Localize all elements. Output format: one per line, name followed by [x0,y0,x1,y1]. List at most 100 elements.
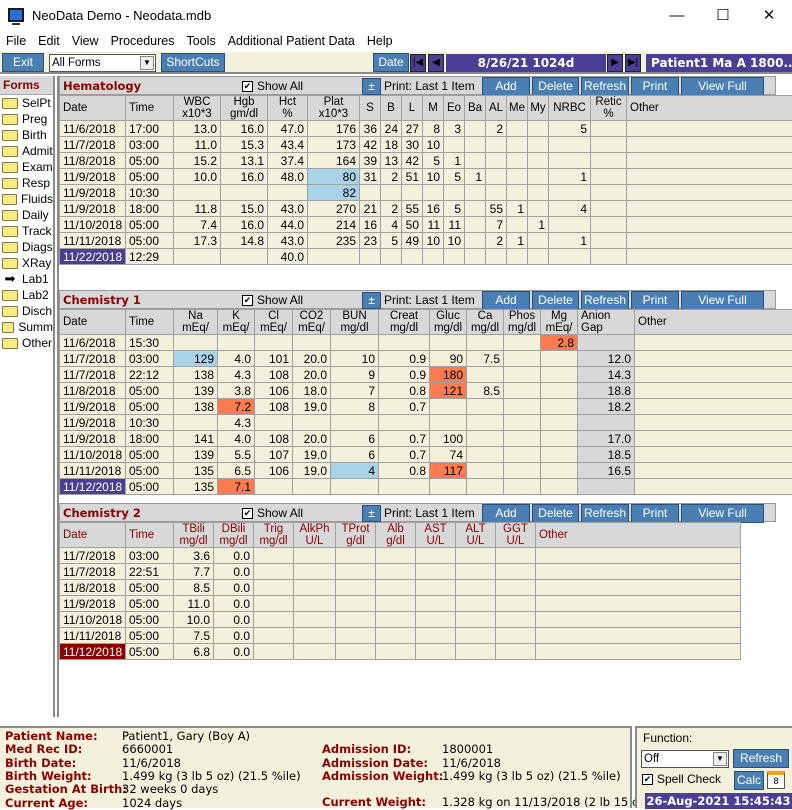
value-cell[interactable]: 21 [360,201,381,217]
sidebar-item-summ[interactable]: Summ [0,319,53,335]
value-cell[interactable] [507,137,528,153]
value-cell[interactable] [635,463,792,479]
table-row[interactable]: 11/12/201805:006.80.0 [60,644,741,660]
table-row[interactable]: 11/9/201805:0011.00.0 [60,596,741,612]
value-cell[interactable] [591,201,627,217]
value-cell[interactable]: 19.0 [293,447,331,463]
value-cell[interactable] [294,564,336,580]
column-header[interactable]: Creatmg/dl [379,310,430,335]
time-cell[interactable]: 05:00 [126,580,174,596]
value-cell[interactable] [467,335,504,351]
value-cell[interactable] [627,217,792,233]
sidebar-item-lab2[interactable]: Lab2 [0,287,53,303]
value-cell[interactable] [504,335,541,351]
value-cell[interactable] [381,185,402,201]
date-cell[interactable]: 11/8/2018 [60,580,126,596]
value-cell[interactable]: 43.4 [268,137,308,153]
value-cell[interactable]: 36 [360,121,381,137]
value-cell[interactable]: 5 [444,201,465,217]
value-cell[interactable]: 17.3 [174,233,221,249]
value-cell[interactable] [486,137,507,153]
column-header[interactable]: L [402,96,423,121]
sidebar-item-other[interactable]: Other [0,335,53,351]
value-cell[interactable]: 51 [402,169,423,185]
sidebar-item-xray[interactable]: XRay [0,255,53,271]
value-cell[interactable] [376,628,416,644]
value-cell[interactable] [221,185,268,201]
value-cell[interactable]: 18.5 [578,447,635,463]
value-cell[interactable] [376,548,416,564]
value-cell[interactable]: 15.2 [174,153,221,169]
value-cell[interactable] [496,580,536,596]
time-cell[interactable]: 05:00 [126,628,174,644]
value-cell[interactable]: 0.8 [379,383,430,399]
value-cell[interactable]: 90 [430,351,467,367]
sidebar-item-selpt[interactable]: SelPt [0,95,53,111]
value-cell[interactable] [294,628,336,644]
value-cell[interactable]: 129 [174,351,218,367]
value-cell[interactable]: 16.0 [221,121,268,137]
value-cell[interactable] [255,479,293,495]
value-cell[interactable] [591,153,627,169]
value-cell[interactable] [504,415,541,431]
print-button[interactable]: Print [631,77,679,96]
column-header[interactable]: GGTU/L [496,523,536,548]
value-cell[interactable] [549,153,591,169]
value-cell[interactable]: 106 [255,463,293,479]
date-cell[interactable]: 11/9/2018 [60,399,126,415]
value-cell[interactable] [416,644,456,660]
value-cell[interactable] [430,415,467,431]
value-cell[interactable] [465,233,486,249]
column-header[interactable]: Platx10*3 [308,96,360,121]
value-cell[interactable] [536,628,741,644]
value-cell[interactable] [331,479,379,495]
value-cell[interactable]: 40.0 [268,249,308,265]
value-cell[interactable] [486,249,507,265]
value-cell[interactable]: 0.0 [214,548,254,564]
value-cell[interactable]: 0.7 [379,431,430,447]
value-cell[interactable] [496,596,536,612]
table-row[interactable]: 11/11/201805:0017.314.843.02352354910102… [60,233,792,249]
time-cell[interactable]: 05:00 [126,233,174,249]
value-cell[interactable]: 10.0 [174,612,214,628]
date-cell[interactable]: 11/9/2018 [60,415,126,431]
value-cell[interactable] [294,548,336,564]
value-cell[interactable]: 2.8 [541,335,578,351]
menu-help[interactable]: Help [361,34,399,48]
value-cell[interactable]: 138 [174,399,218,415]
value-cell[interactable] [507,185,528,201]
date-cell[interactable]: 11/7/2018 [60,564,126,580]
value-cell[interactable]: 0.0 [214,644,254,660]
value-cell[interactable]: 11.0 [174,137,221,153]
column-header[interactable]: AlkPhU/L [294,523,336,548]
shortcuts-button[interactable]: ShortCuts [161,53,225,72]
expand-collapse-button[interactable]: ± [362,78,381,95]
column-header[interactable]: Glucmg/dl [430,310,467,335]
column-header[interactable]: WBCx10*3 [174,96,221,121]
column-header[interactable]: AL [486,96,507,121]
value-cell[interactable] [549,217,591,233]
date-cell[interactable]: 11/9/2018 [60,185,126,201]
value-cell[interactable] [496,628,536,644]
time-cell[interactable]: 03:00 [126,137,174,153]
menu-view[interactable]: View [66,34,105,48]
value-cell[interactable] [379,479,430,495]
column-header[interactable]: Trigmg/dl [254,523,294,548]
value-cell[interactable] [336,628,376,644]
close-button[interactable]: ✕ [746,0,792,30]
value-cell[interactable]: 11 [423,217,444,233]
function-select[interactable]: Off ▼ [641,750,729,768]
time-cell[interactable]: 22:51 [126,564,174,580]
value-cell[interactable]: 16 [360,217,381,233]
show-all-checkbox[interactable]: ✔ [242,81,253,92]
value-cell[interactable]: 135 [174,479,218,495]
value-cell[interactable]: 16 [423,201,444,217]
value-cell[interactable]: 5 [381,233,402,249]
date-cell[interactable]: 11/6/2018 [60,121,126,137]
value-cell[interactable]: 173 [308,137,360,153]
value-cell[interactable] [376,612,416,628]
value-cell[interactable] [254,564,294,580]
value-cell[interactable]: 20.0 [293,367,331,383]
value-cell[interactable] [504,463,541,479]
value-cell[interactable] [255,335,293,351]
